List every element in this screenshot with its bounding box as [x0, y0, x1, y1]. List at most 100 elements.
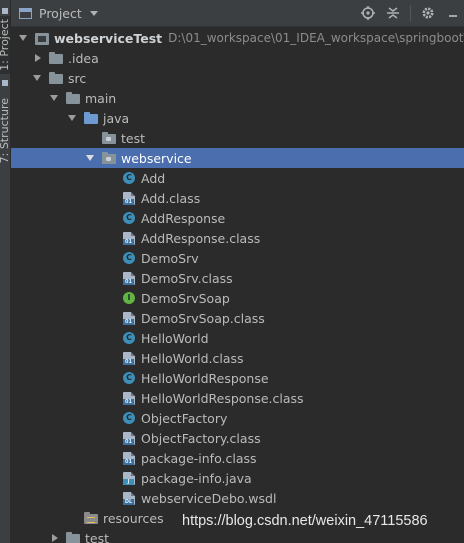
tree-node-file[interactable]: 01 Add.class [11, 188, 464, 208]
tree-node-label: resources [103, 510, 164, 526]
tree-node-test-dir[interactable]: test [11, 528, 464, 543]
chevron-down-icon[interactable] [86, 153, 96, 163]
tree-node-file[interactable]: DL webserviceDebo.wsdl [11, 488, 464, 508]
file-name: HelloWorldResponse.class [141, 390, 304, 406]
folder-icon [66, 531, 80, 543]
chevron-down-icon[interactable] [89, 10, 98, 16]
view-selector-label[interactable]: Project [39, 6, 82, 21]
header-toolbar [354, 0, 464, 26]
project-window-icon [19, 7, 32, 19]
project-tool-window: 1: Project 7: Structure Project webservi… [0, 0, 464, 543]
java-class-icon: C [122, 171, 136, 185]
tree-node-label: test [85, 530, 110, 543]
watermark-text: https://blog.csdn.net/weixin_47115586 [182, 513, 428, 529]
chevron-down-icon[interactable] [68, 113, 78, 123]
file-name: HelloWorldResponse [141, 370, 269, 386]
tree-node-file[interactable]: 01 AddResponse.class [11, 228, 464, 248]
tree-node-label: webservice [121, 150, 192, 166]
class-file-icon: 01 [122, 231, 136, 245]
tree-node-file[interactable]: C DemoSrv [11, 248, 464, 268]
tree-node-label: .idea [68, 50, 99, 66]
chevron-right-icon[interactable] [50, 533, 60, 543]
java-class-icon: C [122, 211, 136, 225]
tree-node-test-package[interactable]: test [11, 128, 464, 148]
project-tool-tab[interactable]: 1: Project [0, 16, 11, 74]
file-name: AddResponse.class [141, 230, 261, 246]
project-tab-marker [2, 8, 8, 14]
class-file-icon: 01 [122, 311, 136, 325]
tree-node-java[interactable]: java [11, 108, 464, 128]
file-name: Add [141, 170, 166, 186]
class-file-icon: 01 [122, 391, 136, 405]
project-tab-label: 1: Project [0, 19, 11, 71]
folder-icon [49, 51, 63, 65]
chevron-right-icon[interactable] [33, 53, 43, 63]
tree-node-file[interactable]: 01 HelloWorldResponse.class [11, 388, 464, 408]
folder-icon [66, 91, 80, 105]
java-class-icon: C [122, 331, 136, 345]
tree-node-file[interactable]: C AddResponse [11, 208, 464, 228]
collapse-all-icon[interactable] [382, 2, 404, 24]
resources-folder-icon [84, 511, 98, 525]
project-tree: webserviceTest D:\01_workspace\01_IDEA_w… [11, 27, 464, 543]
chevron-down-icon[interactable] [50, 93, 60, 103]
target-icon[interactable] [357, 2, 379, 24]
tree-node-label: main [85, 90, 117, 106]
tree-node-main[interactable]: main [11, 88, 464, 108]
class-file-icon: 01 [122, 451, 136, 465]
tree-node-file[interactable]: 01 ObjectFactory.class [11, 428, 464, 448]
tree-node-file[interactable]: 01 DemoSrv.class [11, 268, 464, 288]
java-file-icon: J [122, 471, 136, 485]
file-name: webserviceDebo.wsdl [141, 490, 277, 506]
tool-window-strip: 1: Project 7: Structure [0, 0, 11, 543]
tree-node-label: java [103, 110, 130, 126]
chevron-down-icon[interactable] [19, 33, 29, 43]
tree-node-idea[interactable]: .idea [11, 48, 464, 68]
tree-node-file[interactable]: 01 package-info.class [11, 448, 464, 468]
tree-node-file[interactable]: C HelloWorldResponse [11, 368, 464, 388]
gear-icon[interactable] [417, 2, 439, 24]
java-class-icon: C [122, 251, 136, 265]
structure-tab-label: 7: Structure [0, 98, 11, 164]
tree-node-label: test [121, 130, 146, 146]
class-file-icon: 01 [122, 431, 136, 445]
tree-node-file[interactable]: J package-info.java [11, 468, 464, 488]
java-class-icon: C [122, 371, 136, 385]
file-name: HelloWorld [141, 330, 209, 346]
structure-tool-tab[interactable]: 7: Structure [0, 92, 11, 170]
chevron-down-icon[interactable] [33, 73, 43, 83]
tree-node-file[interactable]: I DemoSrvSoap [11, 288, 464, 308]
class-file-icon: 01 [122, 271, 136, 285]
hide-icon[interactable] [442, 2, 464, 24]
file-name: DemoSrvSoap [141, 290, 230, 306]
tree-node-file[interactable]: 01 HelloWorld.class [11, 348, 464, 368]
java-interface-icon: I [122, 291, 136, 305]
file-name: DemoSrvSoap.class [141, 310, 265, 326]
file-name: package-info.java [141, 470, 252, 486]
file-name: Add.class [141, 190, 201, 206]
file-name: package-info.class [141, 450, 257, 466]
package-icon [102, 151, 116, 165]
class-file-icon: 01 [122, 191, 136, 205]
module-name: webserviceTest [54, 30, 163, 46]
tree-node-label: src [68, 70, 87, 86]
file-name: HelloWorld.class [141, 350, 244, 366]
toolbar-separator [410, 5, 411, 21]
tree-node-src[interactable]: src [11, 68, 464, 88]
tree-node-file[interactable]: C HelloWorld [11, 328, 464, 348]
class-file-icon: 01 [122, 351, 136, 365]
project-header: Project [11, 0, 464, 27]
tree-node-file[interactable]: 01 DemoSrvSoap.class [11, 308, 464, 328]
structure-tab-marker [2, 80, 8, 86]
tree-node-root[interactable]: webserviceTest D:\01_workspace\01_IDEA_w… [11, 28, 464, 48]
module-path: D:\01_workspace\01_IDEA_workspace\spring… [168, 31, 464, 45]
folder-icon [49, 71, 63, 85]
file-name: AddResponse [141, 210, 226, 226]
wsdl-file-icon: DL [122, 491, 136, 505]
tree-node-file[interactable]: C ObjectFactory [11, 408, 464, 428]
tree-node-file[interactable]: C Add [11, 168, 464, 188]
module-icon [35, 32, 49, 45]
tree-node-webservice[interactable]: webservice [11, 148, 464, 168]
file-name: DemoSrv.class [141, 270, 233, 286]
java-class-icon: C [122, 411, 136, 425]
